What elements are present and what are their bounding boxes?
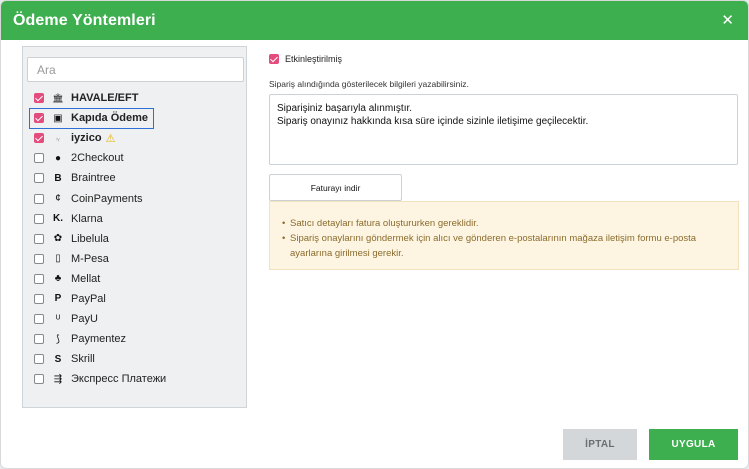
message-line-1: Siparişiniz başarıyla alınmıştır. [277,103,413,114]
payment-method-item[interactable]: ● 2Checkout [34,148,244,168]
klarna-icon: K. [53,213,63,225]
method-checkbox[interactable] [34,253,44,264]
bank-icon: 🏛 [52,92,64,103]
paymentez-icon: ⟆ [56,333,60,345]
payment-method-item[interactable]: ⇶ Экспресс Платежи [34,369,244,389]
close-icon[interactable]: ✕ [721,13,734,28]
payment-method-item[interactable]: S Skrill [34,349,244,369]
method-checkbox[interactable] [34,133,44,144]
notice-item: Sipariş onaylarını göndermek için alıcı … [282,231,726,261]
cash-icon: ▣ [53,112,63,124]
info-notice: Satıcı detayları fatura oluştururken ger… [269,201,739,270]
payment-methods-list: 🏛 HAVALE/EFT ▣ Kapıda Ödeme ᵢᵧ iyzico ⚠ ● 2Check… [29,88,244,389]
method-checkbox[interactable] [34,193,44,204]
skrill-icon: S [54,353,62,365]
method-label: Экспресс Платежи [71,373,167,386]
method-checkbox[interactable] [34,93,44,104]
payment-method-item[interactable]: ¢ CoinPayments [34,188,244,208]
payment-method-item[interactable]: ✿ Libelula [34,229,244,249]
method-label: Klarna [71,212,103,225]
method-label: PayPal [71,292,106,305]
method-checkbox[interactable] [34,354,44,365]
method-checkbox[interactable] [34,334,44,345]
coinpayments-icon: ¢ [55,193,61,205]
iyzico-logo-icon: ᵢᵧ [56,134,60,142]
method-label: Skrill [71,353,95,366]
message-hint: Sipariş alındığında gösterilecek bilgile… [269,79,469,89]
warning-icon: ⚠ [105,132,116,145]
method-checkbox[interactable] [34,314,44,325]
enabled-label: Etkinleştirilmiş [285,54,343,64]
method-label: CoinPayments [71,192,143,205]
method-label: Paymentez [71,333,127,346]
payment-method-item[interactable]: P PayPal [34,289,244,309]
method-checkbox[interactable] [34,113,44,124]
payment-method-item[interactable]: ▣ Kapıda Ödeme [29,108,244,130]
notice-item: Satıcı detayları fatura oluştururken ger… [282,216,726,231]
search-input[interactable] [27,57,244,82]
2checkout-icon: ● [54,152,62,164]
method-checkbox[interactable] [34,153,44,164]
payment-method-item[interactable]: ᵢᵧ iyzico ⚠ [34,128,244,148]
method-label: Libelula [71,232,109,245]
method-label: HAVALE/EFT [71,92,139,105]
paypal-icon: P [54,293,62,305]
method-label: M-Pesa [71,252,109,265]
payment-methods-panel: 🏛 HAVALE/EFT ▣ Kapıda Ödeme ᵢᵧ iyzico⚠ ● 2Check… [22,46,247,408]
enabled-toggle[interactable]: Etkinleştirilmiş [269,52,739,66]
order-message-textarea[interactable]: Siparişiniz başarıyla alınmıştır. Sipari… [269,94,738,165]
payu-icon: ᵁ [55,313,61,325]
payment-method-item[interactable]: 🏛 HAVALE/EFT [34,88,244,108]
mellat-icon: ♣ [54,273,62,285]
method-settings: Etkinleştirilmiş Sipariş alındığında gös… [269,52,739,270]
method-checkbox[interactable] [34,213,44,224]
method-label: PayU [71,313,98,326]
dialog-title: Ödeme Yöntemleri [13,11,156,29]
method-checkbox[interactable] [34,173,44,184]
dialog-header: Ödeme Yöntemleri ✕ [1,1,748,40]
libelula-icon: ✿ [53,233,63,245]
method-label: 2Checkout [71,152,124,165]
mpesa-icon: ▯ [55,253,61,265]
payment-methods-dialog: Ödeme Yöntemleri ✕ 🏛 HAVALE/EFT ▣ Kapıda Öd… [0,0,749,469]
payment-method-item[interactable]: B Braintree [34,168,244,188]
method-checkbox[interactable] [34,374,44,385]
braintree-icon: B [54,172,62,184]
payment-method-item[interactable]: ᵁ PayU [34,309,244,329]
method-checkbox[interactable] [34,233,44,244]
payment-method-item[interactable]: ▯ M-Pesa [34,249,244,269]
method-checkbox[interactable] [34,273,44,284]
method-label: Mellat [71,272,101,285]
payment-method-item[interactable]: K. Klarna [34,209,244,229]
enabled-checkbox[interactable] [269,54,279,64]
method-checkbox[interactable] [34,293,44,304]
payment-method-item[interactable]: ⟆ Paymentez [34,329,244,349]
method-label: Braintree [71,172,116,185]
apply-button[interactable]: UYGULA [649,429,738,460]
method-label: iyzico [71,132,102,145]
download-invoice-button[interactable]: Faturayı indir [269,174,402,201]
cancel-button[interactable]: İPTAL [563,429,637,460]
message-line-2: Sipariş onayınız hakkında kısa süre için… [277,116,589,127]
payment-method-item[interactable]: ♣ Mellat [34,269,244,289]
method-label: Kapıda Ödeme [71,112,149,125]
express-payments-icon: ⇶ [53,373,63,385]
